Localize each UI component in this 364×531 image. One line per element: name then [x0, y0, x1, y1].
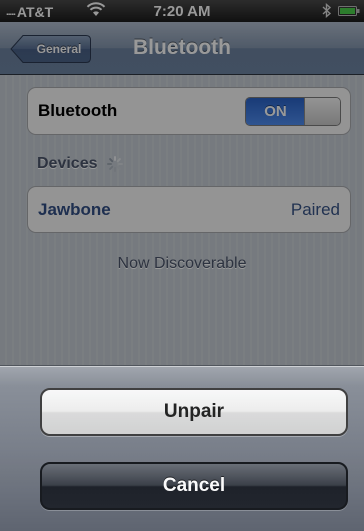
- device-name: Jawbone: [38, 200, 111, 219]
- back-button-label: General: [36, 42, 82, 56]
- iphone-screen: ..... AT&T 7:20 AM Bluetooth General Blu…: [0, 0, 364, 531]
- status-bar: ..... AT&T 7:20 AM: [0, 0, 364, 22]
- cancel-button[interactable]: Cancel: [40, 462, 348, 510]
- toggle-on-label: ON: [246, 98, 305, 125]
- action-sheet: Unpair Cancel: [0, 365, 364, 531]
- toggle-knob: [304, 98, 340, 125]
- unpair-button[interactable]: Unpair: [40, 388, 348, 436]
- bluetooth-toggle-row: Bluetooth ON: [27, 87, 351, 135]
- devices-header: Devices: [37, 153, 124, 175]
- status-time: 7:20 AM: [153, 3, 211, 20]
- back-button[interactable]: General: [10, 34, 92, 64]
- device-status: Paired: [290, 200, 340, 219]
- bluetooth-icon: [322, 3, 332, 18]
- bluetooth-toggle[interactable]: ON: [245, 97, 341, 126]
- battery-icon: [338, 6, 360, 16]
- discoverable-status: Now Discoverable: [117, 255, 247, 272]
- bluetooth-label: Bluetooth: [38, 101, 118, 120]
- spinner-icon: [106, 156, 123, 172]
- devices-header-label: Devices: [37, 155, 98, 172]
- device-row[interactable]: Jawbone Paired: [27, 186, 351, 233]
- navigation-bar: Bluetooth General: [0, 22, 364, 75]
- settings-table: Bluetooth ON Devices Jawbone Paired Now …: [0, 75, 364, 365]
